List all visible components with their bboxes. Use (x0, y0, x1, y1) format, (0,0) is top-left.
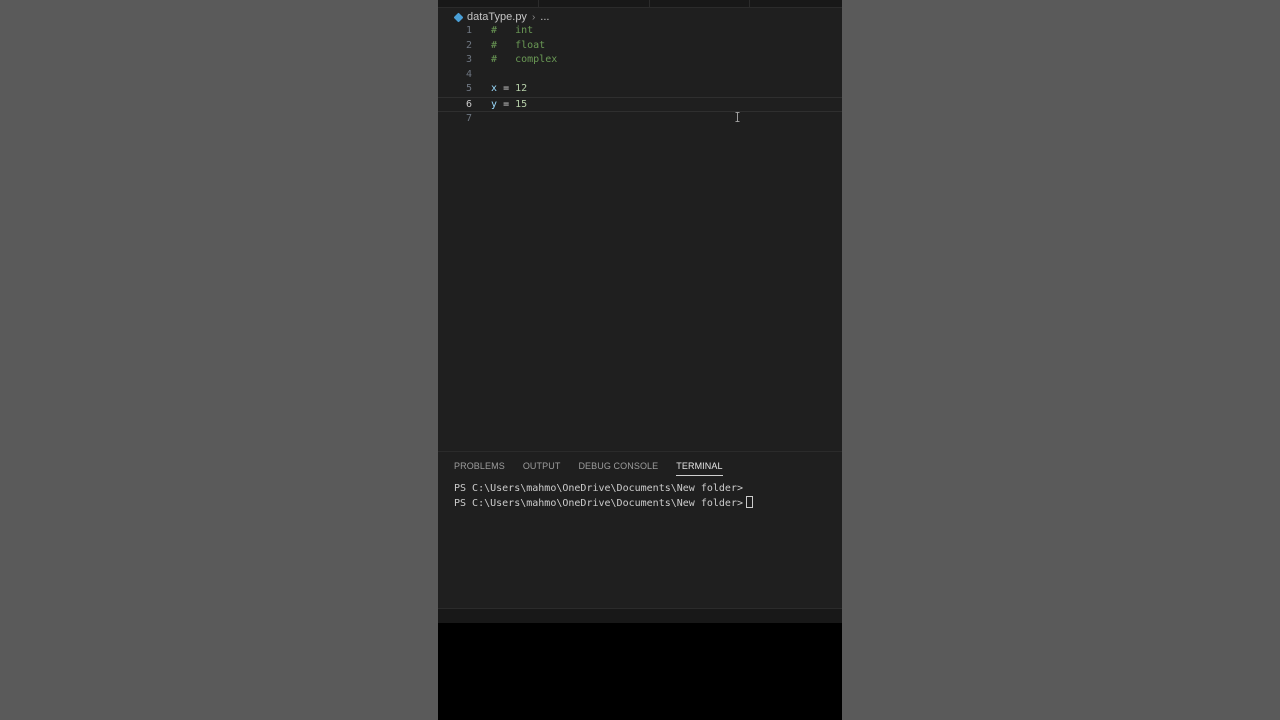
code-line[interactable]: 3 # complex (438, 53, 842, 68)
breadcrumb: dataType.py › ... (454, 9, 549, 25)
line-number: 1 (465, 25, 472, 36)
terminal-line: PS C:\Users\mahmo\OneDrive\Documents\New… (454, 483, 743, 494)
chevron-right-icon: › (531, 11, 536, 23)
code-line[interactable]: 1 # int (438, 24, 842, 39)
python-file-icon (454, 13, 463, 22)
line-content: # complex (491, 53, 557, 68)
tab-terminal[interactable]: TERMINAL (676, 460, 723, 476)
letterbox-black (438, 623, 842, 720)
terminal[interactable]: PS C:\Users\mahmo\OneDrive\Documents\New… (454, 483, 753, 510)
line-content: x = 12 (491, 82, 527, 97)
comment-token: int (515, 25, 534, 36)
code-line[interactable]: 5 x = 12 (438, 82, 842, 97)
editor-tab[interactable] (538, 0, 650, 7)
variable-token: x (491, 83, 498, 95)
video-background: dataType.py › ... 1 # int 2 # float 3 # … (0, 0, 1280, 720)
breadcrumb-file[interactable]: dataType.py (467, 11, 527, 23)
tab-problems[interactable]: PROBLEMS (454, 460, 505, 476)
code-line[interactable]: 7 (438, 112, 842, 127)
terminal-cursor (745, 495, 753, 508)
line-number: 3 (465, 54, 472, 66)
code-editor[interactable]: 1 # int 2 # float 3 # complex 4 5 x = 12… (438, 24, 842, 451)
editor-tab-active[interactable] (438, 0, 539, 7)
line-number: 5 (465, 83, 472, 95)
line-number: 2 (465, 39, 472, 51)
line-number: 7 (465, 112, 472, 124)
terminal-line-prompt: PS C:\Users\mahmo\OneDrive\Documents\New… (454, 495, 753, 511)
line-number: 4 (465, 68, 472, 80)
comment-token: float (515, 39, 546, 51)
comment-token: complex (515, 54, 558, 66)
line-content: y = 15 (491, 98, 527, 113)
tab-output[interactable]: OUTPUT (523, 460, 561, 476)
bottom-panel: PROBLEMS OUTPUT DEBUG CONSOLE TERMINAL P… (438, 451, 842, 609)
editor-tab-strip (438, 0, 842, 8)
operator-token: = (503, 99, 510, 110)
terminal-line: PS C:\Users\mahmo\OneDrive\Documents\New… (454, 497, 743, 509)
line-number: 6 (465, 99, 472, 110)
text-cursor-icon (735, 112, 740, 122)
breadcrumb-symbols[interactable]: ... (540, 11, 549, 23)
vscode-window: dataType.py › ... 1 # int 2 # float 3 # … (438, 0, 842, 720)
number-token: 12 (515, 83, 528, 95)
editor-tab[interactable] (649, 0, 750, 7)
number-token: 15 (515, 99, 528, 110)
code-line[interactable]: 2 # float (438, 39, 842, 54)
operator-token: = (503, 83, 510, 95)
line-content: # float (491, 39, 545, 54)
code-line[interactable]: 4 (438, 68, 842, 83)
tab-debug-console[interactable]: DEBUG CONSOLE (578, 460, 658, 476)
panel-tabs: PROBLEMS OUTPUT DEBUG CONSOLE TERMINAL (454, 460, 723, 476)
status-bar (438, 608, 842, 624)
line-content: # int (491, 24, 533, 39)
variable-token: y (491, 99, 498, 110)
code-line-current[interactable]: 6 y = 15 (438, 97, 842, 112)
